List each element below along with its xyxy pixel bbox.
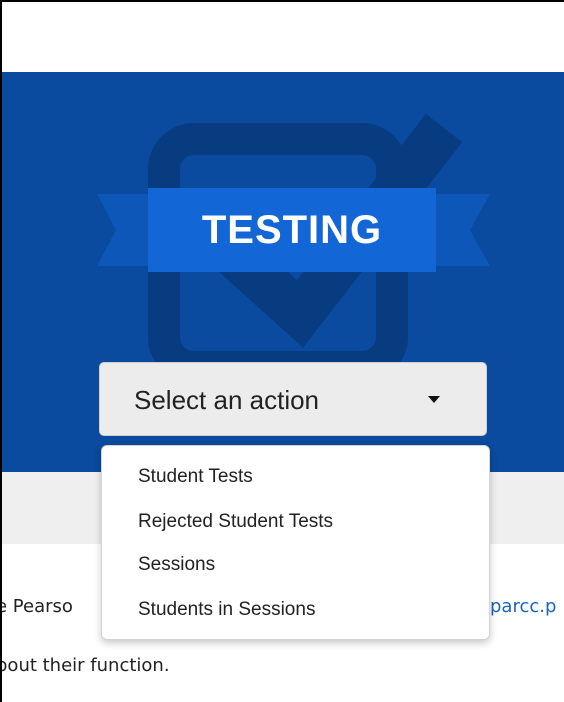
hero-title: TESTING: [201, 208, 383, 252]
page-frame: TESTING Select an action e Pearso parcc.…: [0, 0, 564, 702]
body-text-line-2: bout their function.: [0, 655, 170, 676]
select-action-label: Select an action: [134, 385, 320, 415]
select-action-dropdown[interactable]: Select an action: [99, 362, 487, 436]
caret-down-icon: [428, 396, 440, 403]
testing-hero: TESTING Select an action: [2, 72, 564, 472]
menu-item-sessions[interactable]: Sessions: [138, 554, 215, 576]
menu-item-students-in-sessions[interactable]: Students in Sessions: [138, 599, 315, 621]
top-strip: [2, 2, 564, 72]
body-text-line-1: e Pearso: [0, 596, 73, 617]
action-dropdown-menu: Student Tests Rejected Student Tests Ses…: [101, 445, 490, 640]
parcc-link[interactable]: parcc.p: [490, 596, 556, 617]
menu-item-student-tests[interactable]: Student Tests: [138, 466, 253, 488]
menu-item-rejected-student-tests[interactable]: Rejected Student Tests: [138, 511, 333, 533]
